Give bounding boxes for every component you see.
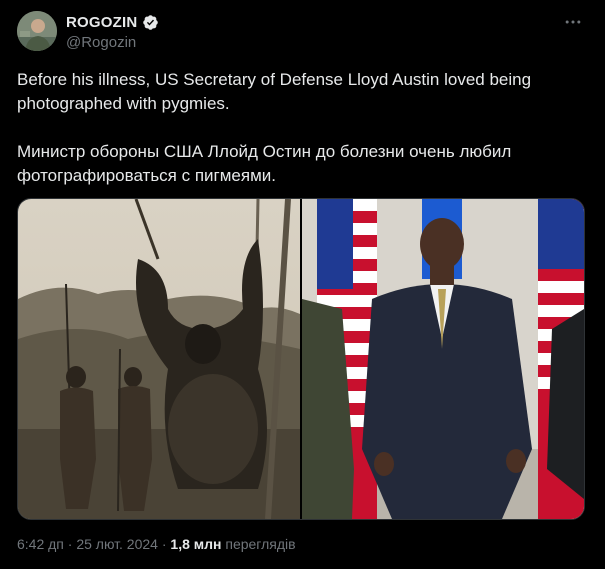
views-label: переглядів	[225, 536, 296, 552]
author-handle[interactable]: @Rogozin	[66, 34, 136, 51]
media-image-left[interactable]	[18, 199, 300, 519]
tweet-card: ROGOZIN @Rogozin Before his illness, US …	[0, 0, 605, 569]
verified-badge-icon	[142, 14, 159, 31]
tweet-text-russian: Министр обороны США Ллойд Остин до болез…	[17, 142, 512, 185]
tweet-time[interactable]: 6:42 дп · 25 лют. 2024	[17, 536, 158, 552]
author-name[interactable]: ROGOZIN	[66, 14, 137, 31]
media-image-right[interactable]	[302, 199, 584, 519]
views-count: 1,8 млн	[170, 536, 222, 552]
tweet-meta: 6:42 дп · 25 лют. 2024 · 1,8 млн перегля…	[17, 536, 296, 552]
meta-separator: ·	[161, 536, 167, 552]
more-horizontal-icon[interactable]	[562, 12, 584, 34]
tweet-media[interactable]	[17, 198, 585, 520]
tweet-text-english: Before his illness, US Secretary of Defe…	[17, 70, 532, 113]
avatar[interactable]	[17, 11, 57, 51]
author-name-row[interactable]: ROGOZIN	[66, 14, 159, 31]
